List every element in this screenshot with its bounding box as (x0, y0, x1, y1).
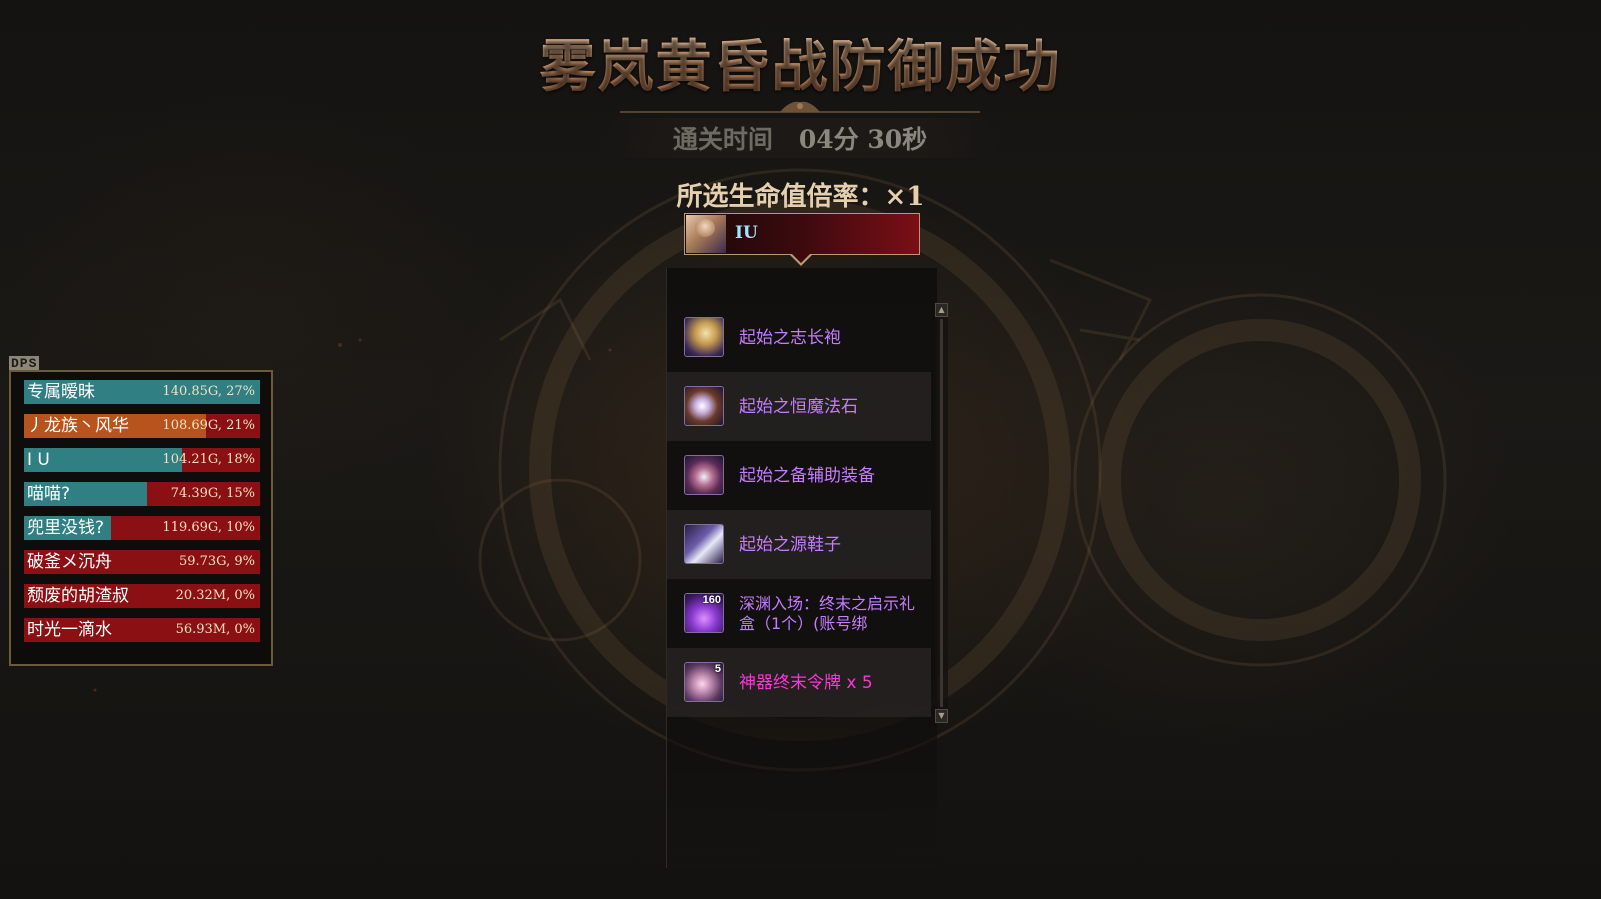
reward-name: 起始之志长袍 (739, 327, 841, 348)
clear-time: 通关时间 04分 30秒 (600, 118, 1000, 158)
scroll-down-button[interactable]: ▼ (935, 709, 948, 723)
scroll-track[interactable] (940, 319, 943, 707)
reward-name: 起始之源鞋子 (739, 534, 841, 555)
dps-row: 颓废的胡渣叔 20.32M, 0% (24, 584, 260, 608)
player-avatar (686, 215, 726, 253)
robe-icon (684, 317, 724, 357)
dps-player-name: 兜里没钱? (27, 518, 105, 538)
dps-value: 119.69G, 10% (162, 520, 255, 535)
dps-player-name: I U (27, 450, 50, 470)
dps-value: 74.39G, 15% (170, 486, 255, 501)
dps-value: 108.69G, 21% (162, 418, 255, 433)
dps-row: 丿龙族丶风华 108.69G, 21% (24, 414, 260, 438)
reward-name: 起始之恒魔法石 (739, 396, 858, 417)
reward-item[interactable]: 起始之源鞋子 (667, 510, 931, 579)
magic-stone-icon (684, 386, 724, 426)
dps-row: 喵喵? 74.39G, 15% (24, 482, 260, 506)
dps-player-name: 时光一滴水 (27, 620, 112, 640)
dps-label: DPS (9, 356, 40, 371)
reward-name: 起始之备辅助装备 (739, 465, 875, 486)
reward-item[interactable]: 起始之恒魔法石 (667, 372, 931, 441)
support-gear-icon (684, 455, 724, 495)
reward-panel: 起始之志长袍 起始之恒魔法石 起始之备辅助装备 起始之源鞋子 160 深渊入场：… (666, 268, 937, 868)
dps-value: 56.93M, 0% (175, 622, 255, 637)
dps-row: I U 104.21G, 18% (24, 448, 260, 472)
dps-value: 140.85G, 27% (162, 384, 255, 399)
dps-player-name: 丿龙族丶风华 (27, 416, 129, 436)
victory-title: 雾岚黄昏战防御成功 (0, 22, 1601, 103)
reward-item[interactable]: 160 深渊入场：终末之启示礼盒（1个）(账号绑 (667, 579, 931, 648)
gift-box-icon: 160 (684, 593, 724, 633)
dps-value: 104.21G, 18% (162, 452, 255, 467)
clear-time-label: 通关时间 (672, 125, 773, 154)
reward-name: 神器终末令牌 x 5 (739, 672, 873, 693)
dps-row: 兜里没钱? 119.69G, 10% (24, 516, 260, 540)
reward-scrollbar[interactable]: ▲ ▼ (935, 303, 948, 723)
dps-player-name: 专属暧昧 (27, 382, 95, 402)
dps-row: 时光一滴水 56.93M, 0% (24, 618, 260, 642)
reward-item[interactable]: 5 神器终末令牌 x 5 (667, 648, 931, 717)
token-icon: 5 (684, 662, 724, 702)
dps-row: 破釜メ沉舟 59.73G, 9% (24, 550, 260, 574)
player-name: IU (735, 223, 758, 243)
player-banner-pointer (790, 254, 812, 266)
dps-player-name: 喵喵? (27, 484, 71, 504)
scroll-up-button[interactable]: ▲ (935, 303, 948, 317)
reward-item[interactable]: 起始之备辅助装备 (667, 441, 931, 510)
reward-list: 起始之志长袍 起始之恒魔法石 起始之备辅助装备 起始之源鞋子 160 深渊入场：… (667, 303, 931, 717)
dps-value: 20.32M, 0% (175, 588, 255, 603)
reward-name: 深渊入场：终末之启示礼盒（1个）(账号绑 (739, 593, 916, 633)
boots-icon (684, 524, 724, 564)
dps-meter-panel: 专属暧昧 140.85G, 27% 丿龙族丶风华 108.69G, 21% I U 104… (9, 370, 273, 666)
life-rate-multiplier: 所选生命值倍率：×1 (676, 182, 925, 212)
dps-player-name: 颓废的胡渣叔 (27, 586, 129, 606)
player-banner[interactable]: IU (684, 213, 920, 255)
dps-value: 59.73G, 9% (178, 554, 255, 569)
title-divider-ornament (620, 101, 980, 113)
dps-player-name: 破釜メ沉舟 (27, 552, 112, 572)
dps-row: 专属暧昧 140.85G, 27% (24, 380, 260, 404)
clear-time-value: 04分 30秒 (798, 125, 928, 154)
reward-item[interactable]: 起始之志长袍 (667, 303, 931, 372)
